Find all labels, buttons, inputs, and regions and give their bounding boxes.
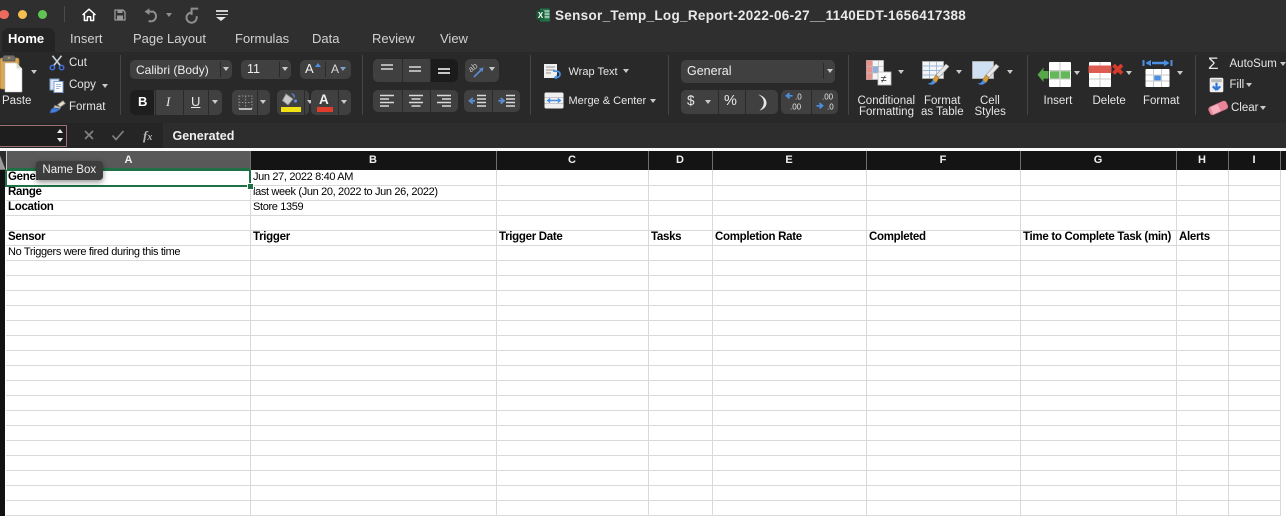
svg-text:.0: .0 — [795, 93, 802, 102]
svg-text:X: X — [538, 11, 544, 20]
svg-text:.00: .00 — [822, 93, 834, 102]
svg-text:≠: ≠ — [881, 74, 887, 86]
svg-text:.0: .0 — [827, 103, 834, 112]
svg-text:.00: .00 — [790, 103, 802, 112]
